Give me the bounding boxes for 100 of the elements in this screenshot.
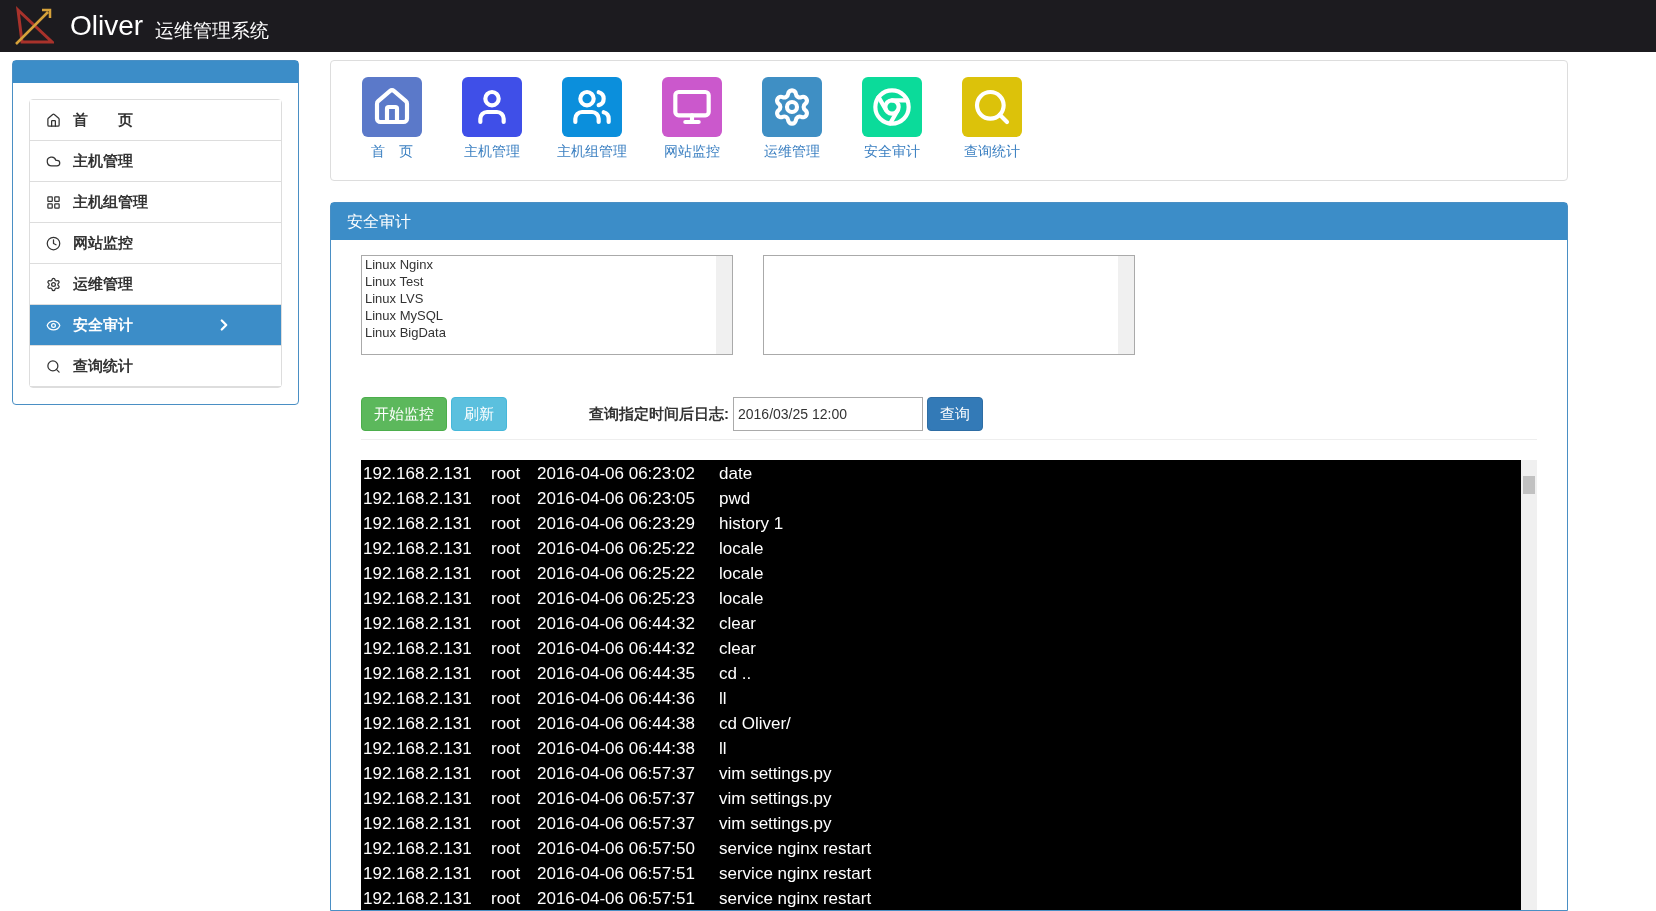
log-user: root [491, 838, 522, 860]
log-ip: 192.168.2.131 [363, 638, 473, 660]
search-icon [972, 87, 1012, 127]
host-option[interactable]: Linux Test [365, 273, 713, 290]
log-user: root [491, 513, 522, 535]
log-ip: 192.168.2.131 [363, 863, 473, 885]
log-user: root [491, 813, 522, 835]
gear-icon [772, 87, 812, 127]
host-option[interactable]: Linux BigData [365, 324, 713, 341]
log-ip: 192.168.2.131 [363, 838, 473, 860]
host-option[interactable]: Linux MySQL [365, 307, 713, 324]
grid-icon [46, 194, 61, 210]
gear-icon [46, 276, 61, 292]
host-listbox[interactable]: Linux Nginx Linux Test Linux LVS Linux MySQL Linux BigData [361, 255, 733, 355]
log-time: 2016-04-06 06:25:23 [537, 588, 696, 610]
log-ip: 192.168.2.131 [363, 688, 473, 710]
log-command: date [719, 463, 753, 485]
log-command: locale [719, 563, 764, 585]
log-command: clear [719, 613, 756, 635]
eye-icon [46, 317, 61, 333]
scrollbar-thumb[interactable] [1523, 476, 1535, 494]
log-time: 2016-04-06 06:57:37 [537, 763, 696, 785]
log-ip: 192.168.2.131 [363, 813, 473, 835]
shortcut-tile[interactable]: 运维管理 [755, 77, 829, 162]
log-user: root [491, 538, 522, 560]
log-ip: 192.168.2.131 [363, 588, 473, 610]
log-time: 2016-04-06 06:44:32 [537, 638, 696, 660]
log-command: cd Oliver/ [719, 713, 791, 735]
log-time: 2016-04-06 06:25:22 [537, 538, 696, 560]
host-option[interactable]: Linux LVS [365, 290, 713, 307]
log-time: 2016-04-06 06:57:50 [537, 838, 696, 860]
log-ip: 192.168.2.131 [363, 763, 473, 785]
log-time: 2016-04-06 06:44:32 [537, 613, 696, 635]
log-command: ll [719, 688, 727, 710]
users-icon [572, 87, 612, 127]
log-user: root [491, 888, 522, 910]
log-command: service nginx restart [719, 888, 872, 910]
log-ip: 192.168.2.131 [363, 563, 473, 585]
shortcut-tile[interactable]: 安全审计 [855, 77, 929, 162]
log-command: service nginx restart [719, 863, 872, 885]
log-command: history 1 [719, 513, 784, 535]
monitor-icon [672, 87, 712, 127]
clock-icon [46, 235, 61, 251]
brand-name: Oliver [70, 12, 144, 40]
log-ip: 192.168.2.131 [363, 513, 473, 535]
log-user: root [491, 738, 522, 760]
log-time: 2016-04-06 06:57:51 [537, 888, 696, 910]
log-command: locale [719, 538, 764, 560]
query-label: 查询指定时间后日志: [589, 403, 729, 424]
shortcut-tile[interactable]: 主机组管理 [555, 77, 629, 162]
log-user: root [491, 688, 522, 710]
log-command: ll [719, 738, 727, 760]
log-ip: 192.168.2.131 [363, 488, 473, 510]
log-ip: 192.168.2.131 [363, 538, 473, 560]
system-subtitle: 运维管理系统 [155, 21, 270, 40]
log-ip: 192.168.2.131 [363, 888, 473, 910]
log-command: pwd [719, 488, 751, 510]
log-ip: 192.168.2.131 [363, 663, 473, 685]
shortcut-tile[interactable]: 网站监控 [655, 77, 729, 162]
log-user: root [491, 638, 522, 660]
log-user: root [491, 788, 522, 810]
log-user: root [491, 863, 522, 885]
log-user: root [491, 763, 522, 785]
cloud-icon [46, 153, 61, 169]
log-time: 2016-04-06 06:23:05 [537, 488, 696, 510]
shortcut-tile[interactable]: 主机管理 [455, 77, 529, 162]
log-ip: 192.168.2.131 [363, 613, 473, 635]
log-command: cd .. [719, 663, 752, 685]
log-command: vim settings.py [719, 788, 832, 810]
log-time: 2016-04-06 06:57:37 [537, 788, 696, 810]
log-command: vim settings.py [719, 813, 832, 835]
search-icon [46, 358, 61, 374]
log-user: root [491, 713, 522, 735]
log-time: 2016-04-06 06:44:36 [537, 688, 696, 710]
selected-host-listbox[interactable] [763, 255, 1135, 355]
log-ip: 192.168.2.131 [363, 713, 473, 735]
house-icon [372, 87, 412, 127]
shortcut-tile[interactable]: 首 页 [355, 77, 429, 162]
log-time: 2016-04-06 06:44:38 [537, 738, 696, 760]
log-user: root [491, 613, 522, 635]
sidebar-item[interactable]: 首 页 [30, 100, 281, 141]
log-time: 2016-04-06 06:44:35 [537, 663, 696, 685]
query-button[interactable]: 查询 [927, 397, 983, 431]
log-user: root [491, 563, 522, 585]
log-ip: 192.168.2.131 [363, 463, 473, 485]
log-command: locale [719, 588, 764, 610]
log-user: root [491, 663, 522, 685]
sidebar-item[interactable]: 安全审计 [30, 305, 281, 346]
shortcut-tile[interactable]: 查询统计 [955, 77, 1029, 162]
log-command: service nginx restart [719, 838, 872, 860]
log-command: vim settings.py [719, 763, 832, 785]
log-time: 2016-04-06 06:23:29 [537, 513, 696, 535]
query-time-field[interactable]: 2016/03/25 12:00 [733, 397, 923, 431]
host-option[interactable]: Linux Nginx [365, 256, 713, 273]
log-user: root [491, 488, 522, 510]
log-command: clear [719, 638, 756, 660]
log-user: root [491, 463, 522, 485]
chrome-icon [872, 87, 912, 127]
log-time: 2016-04-06 06:23:02 [537, 463, 696, 485]
log-ip: 192.168.2.131 [363, 738, 473, 760]
